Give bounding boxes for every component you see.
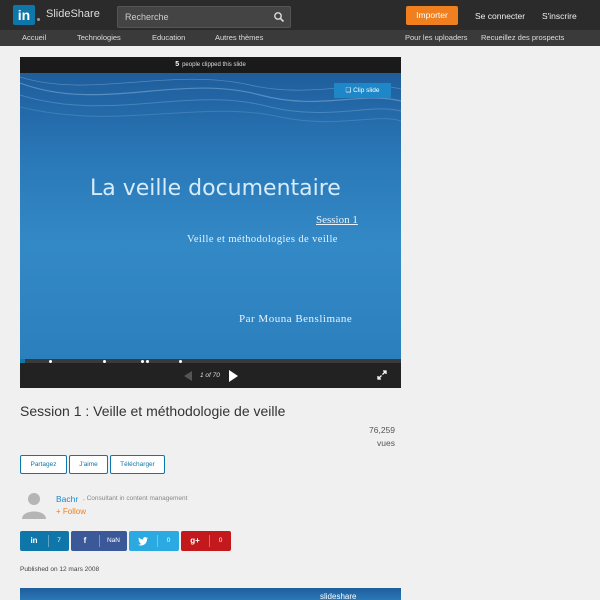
author-avatar[interactable] <box>21 491 47 519</box>
download-button[interactable]: Télécharger <box>110 455 165 474</box>
nav-item-technologies[interactable]: Technologies <box>77 33 121 42</box>
top-bar: in SlideShare Recherche Importer Se conn… <box>0 0 600 30</box>
nav-item-prospects[interactable]: Recueillez des prospects <box>481 33 564 42</box>
google-plus-count: 0 <box>218 537 223 544</box>
next-slide-icon[interactable] <box>229 370 238 382</box>
page-indicator: 1 of 70 <box>200 372 220 379</box>
search-input[interactable]: Recherche <box>117 6 291 28</box>
clip-slide-label: Clip slide <box>353 87 380 94</box>
views-label: vues <box>377 438 395 448</box>
nav-item-autres-themes[interactable]: Autres thèmes <box>215 33 263 42</box>
facebook-icon: f <box>83 536 87 545</box>
twitter-share-button[interactable]: 0 <box>129 531 179 551</box>
fullscreen-icon[interactable] <box>377 370 387 380</box>
author-role: , Consultant in content management <box>83 495 188 502</box>
author-name[interactable]: Bachr <box>56 494 78 504</box>
google-plus-icon: g+ <box>190 536 200 545</box>
slide-author: Par Mouna Benslimane <box>239 313 353 325</box>
category-nav: Accueil Technologies Education Autres th… <box>0 30 600 46</box>
linkedin-icon: in <box>30 536 38 545</box>
slide-player: 5 people clipped this slide ❏ Clip slide … <box>20 57 401 388</box>
views-count: 76,259 <box>369 425 395 435</box>
facebook-count: NaN <box>106 537 120 544</box>
next-slide-preview[interactable]: slideshare <box>20 588 401 600</box>
linkedin-logo[interactable]: in <box>13 5 35 25</box>
published-date: Published on 12 mars 2008 <box>20 566 100 573</box>
login-link[interactable]: Se connecter <box>475 11 525 21</box>
previous-slide-icon[interactable] <box>184 371 192 381</box>
slideshare-watermark: slideshare <box>320 592 357 600</box>
search-icon[interactable] <box>273 11 285 23</box>
presentation-title: Session 1 : Veille et méthodologie de ve… <box>20 403 286 419</box>
clip-count-text: people clipped this slide <box>182 62 246 68</box>
google-plus-share-button[interactable]: g+ 0 <box>181 531 231 551</box>
signup-link[interactable]: S'inscrire <box>542 11 577 21</box>
slide-session: Session 1 <box>316 214 358 226</box>
player-controls: 1 of 70 <box>20 363 401 388</box>
clip-count-bar: 5 people clipped this slide <box>20 57 401 73</box>
facebook-share-button[interactable]: f NaN <box>71 531 127 551</box>
share-button[interactable]: Partagez <box>20 455 67 474</box>
search-placeholder: Recherche <box>125 12 169 22</box>
slide-title: La veille documentaire <box>90 176 341 201</box>
linkedin-share-button[interactable]: in 7 <box>20 531 69 551</box>
twitter-count: 0 <box>166 537 171 544</box>
clip-count: 5 <box>175 61 180 68</box>
import-button[interactable]: Importer <box>406 6 458 25</box>
clip-slide-button[interactable]: ❏ Clip slide <box>334 83 391 98</box>
nav-item-accueil[interactable]: Accueil <box>22 33 46 42</box>
nav-item-uploaders[interactable]: Pour les uploaders <box>405 33 468 42</box>
logo-dot <box>37 18 40 21</box>
like-button[interactable]: J'aime <box>69 455 108 474</box>
follow-button[interactable]: + Follow <box>56 507 86 516</box>
slide-view[interactable]: ❏ Clip slide La veille documentaire Sess… <box>20 73 401 359</box>
brand-name[interactable]: SlideShare <box>46 8 100 20</box>
linkedin-count: 7 <box>57 537 61 544</box>
nav-item-education[interactable]: Education <box>152 33 185 42</box>
twitter-icon <box>129 531 157 551</box>
slide-subtitle: Veille et méthodologies de veille <box>187 234 338 245</box>
clip-icon: ❏ <box>345 87 354 94</box>
